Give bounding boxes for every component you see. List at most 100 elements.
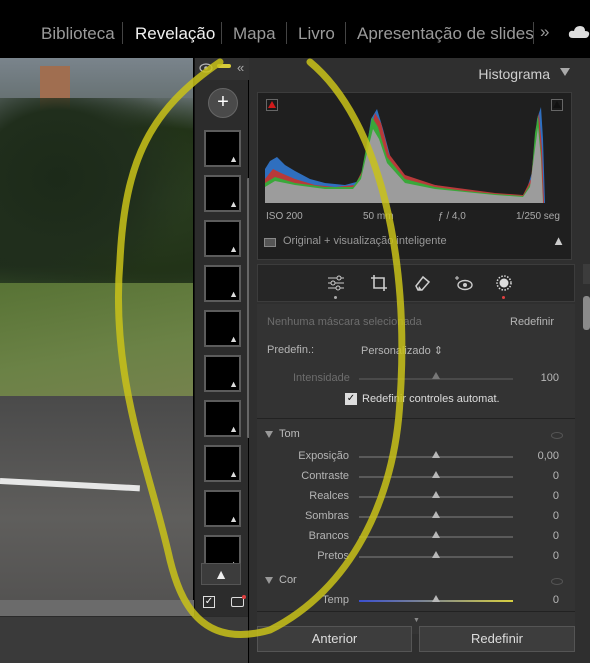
reset-mask-link[interactable]: Redefinir xyxy=(510,316,554,328)
eye-icon[interactable] xyxy=(199,63,213,73)
panel-scrollbar-thumb[interactable] xyxy=(583,296,590,330)
slider-knob[interactable] xyxy=(432,451,440,458)
slider-label: Sombras xyxy=(304,510,349,522)
module-book[interactable]: Livro xyxy=(298,24,335,44)
masks-panel: « + ▲▲▲▲▲▲▲▲▲▲ ▲ ✓ xyxy=(194,58,250,616)
preset-dropdown[interactable]: Personalizado ⇕ xyxy=(361,344,443,357)
module-map[interactable]: Mapa xyxy=(233,24,276,44)
slider-value[interactable]: 0 xyxy=(519,550,559,562)
warning-icon: ▲ xyxy=(229,154,238,164)
warning-icon: ▲ xyxy=(229,379,238,389)
masking-active-indicator xyxy=(502,296,505,299)
slider-label: Realces xyxy=(309,490,349,502)
divider xyxy=(286,22,287,44)
slider-knob[interactable] xyxy=(432,511,440,518)
divider xyxy=(345,22,346,44)
add-mask-button[interactable]: + xyxy=(208,88,238,118)
warning-icon: ▲ xyxy=(229,289,238,299)
cloud-icon[interactable] xyxy=(568,25,590,39)
more-modules-icon[interactable]: » xyxy=(540,22,549,42)
shutter-readout: 1/250 seg xyxy=(516,211,560,222)
warning-icon: ▲ xyxy=(229,469,238,479)
disclosure-triangle-icon[interactable] xyxy=(265,577,273,584)
active-indicator xyxy=(334,296,337,299)
previous-button[interactable]: Anterior xyxy=(257,626,412,652)
slider-label: Exposição xyxy=(298,450,349,462)
module-library[interactable]: Biblioteca xyxy=(41,24,115,44)
reset-button[interactable]: Redefinir xyxy=(419,626,575,652)
tone-section-header[interactable]: Tom xyxy=(257,426,575,446)
histogram-luminance xyxy=(265,127,543,203)
auto-reset-checkbox[interactable]: ✓ xyxy=(345,393,357,405)
slider-value[interactable]: 0 xyxy=(519,594,559,606)
amount-slider-knob[interactable] xyxy=(432,372,440,379)
scroll-track[interactable] xyxy=(583,264,590,284)
slider-knob[interactable] xyxy=(432,551,440,558)
photo-preview[interactable] xyxy=(0,58,193,600)
auto-reset-label: Redefinir controles automat. xyxy=(362,393,500,405)
checkbox-icon[interactable]: ✓ xyxy=(203,596,215,608)
divider xyxy=(221,22,222,44)
slider-value[interactable]: 0 xyxy=(519,510,559,522)
panel-end-marker: ▼ xyxy=(413,617,420,624)
color-section-title: Cor xyxy=(279,574,297,586)
mask-thumbnail[interactable]: ▲ xyxy=(204,490,241,527)
mask-thumbnail[interactable]: ▲ xyxy=(204,355,241,392)
photo-lawn xyxy=(0,283,193,398)
red-eye-icon[interactable] xyxy=(454,273,474,293)
slider-knob[interactable] xyxy=(432,531,440,538)
mask-thumbnail[interactable]: ▲ xyxy=(204,265,241,302)
mask-thumbnail[interactable]: ▲ xyxy=(204,130,241,167)
module-develop[interactable]: Revelação xyxy=(135,24,215,44)
warning-icon: ▲ xyxy=(229,199,238,209)
edit-sliders-icon[interactable] xyxy=(326,273,346,293)
healing-eraser-icon[interactable] xyxy=(412,273,432,293)
slider-value[interactable]: 0 xyxy=(519,530,559,542)
crop-icon[interactable] xyxy=(369,273,389,293)
mask-thumbnail[interactable]: ▲ xyxy=(204,220,241,257)
preview-status: Original + visualização inteligente xyxy=(283,235,447,247)
masking-adjustments: Nenhuma máscara selecionada Redefinir Pr… xyxy=(257,304,575,634)
preset-label: Predefin.: xyxy=(267,344,315,356)
warning-icon: ▲ xyxy=(229,424,238,434)
collapse-icon[interactable]: « xyxy=(237,60,244,75)
mask-thumbnail[interactable]: ▲ xyxy=(204,445,241,482)
iso-readout: ISO 200 xyxy=(266,211,303,222)
overlay-toggle[interactable] xyxy=(217,64,231,68)
slider-knob[interactable] xyxy=(432,595,440,602)
slider-value[interactable]: 0,00 xyxy=(519,450,559,462)
collapse-triangle-icon[interactable] xyxy=(560,68,570,76)
mask-thumbnail[interactable]: ▲ xyxy=(204,310,241,347)
warning-icon[interactable]: ▲ xyxy=(552,233,565,248)
module-slideshow[interactable]: Apresentação de slides xyxy=(357,24,534,44)
masking-icon[interactable] xyxy=(494,273,514,293)
histogram: ISO 200 50 mm ƒ / 4,0 1/250 seg Original… xyxy=(257,92,572,260)
focal-readout: 50 mm xyxy=(363,211,394,222)
slider-label: Temp xyxy=(322,594,349,606)
warning-icon: ▲ xyxy=(229,334,238,344)
histogram-graph xyxy=(265,107,545,203)
slider-value[interactable]: 0 xyxy=(519,470,559,482)
slider-label: Brancos xyxy=(308,530,349,542)
aperture-readout: ƒ / 4,0 xyxy=(438,211,466,222)
disclosure-triangle-icon[interactable] xyxy=(265,431,273,438)
slider-value[interactable]: 0 xyxy=(519,490,559,502)
slider-label: Contraste xyxy=(301,470,349,482)
color-section-header[interactable]: Cor xyxy=(257,572,575,592)
section-visibility-icon[interactable] xyxy=(551,432,563,439)
tool-strip xyxy=(257,264,575,302)
divider xyxy=(257,611,575,612)
photo-trees xyxy=(0,98,193,298)
mask-thumbnail[interactable]: ▲ xyxy=(204,175,241,212)
slider-label: Pretos xyxy=(317,550,349,562)
slider-knob[interactable] xyxy=(432,471,440,478)
warning-icon: ▲ xyxy=(229,244,238,254)
module-picker: Biblioteca Revelação Mapa Livro Apresent… xyxy=(0,0,590,56)
camera-icon[interactable] xyxy=(231,595,246,607)
mask-thumbnail[interactable]: ▲ xyxy=(204,400,241,437)
preview-icon xyxy=(264,238,276,247)
slider-knob[interactable] xyxy=(432,491,440,498)
warning-button[interactable]: ▲ xyxy=(201,563,241,585)
section-visibility-icon[interactable] xyxy=(551,578,563,585)
histogram-title[interactable]: Histograma xyxy=(478,66,550,82)
